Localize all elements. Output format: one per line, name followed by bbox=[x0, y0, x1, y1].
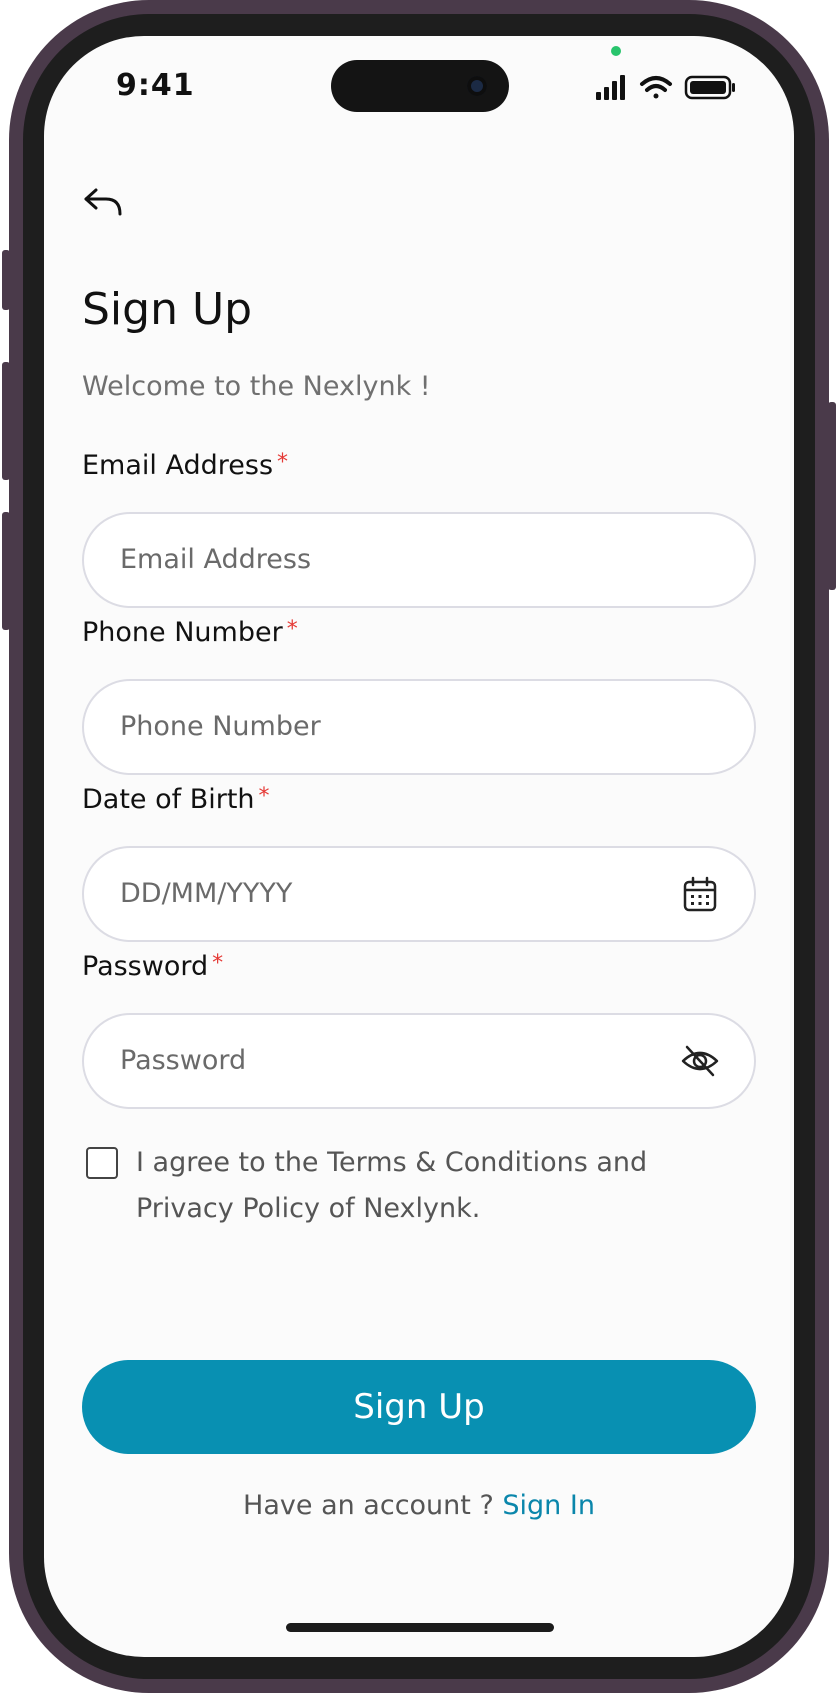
volume-up-button bbox=[2, 362, 10, 480]
volume-down-button bbox=[2, 512, 10, 630]
email-label: Email Address * bbox=[82, 450, 288, 481]
phone-label: Phone Number * bbox=[82, 617, 298, 648]
calendar-icon[interactable] bbox=[680, 874, 720, 914]
password-field[interactable]: Password bbox=[82, 1013, 756, 1109]
password-label-text: Password bbox=[82, 951, 209, 982]
email-placeholder: Email Address bbox=[120, 544, 312, 575]
dob-label-text: Date of Birth bbox=[82, 784, 255, 815]
home-indicator[interactable] bbox=[286, 1623, 554, 1632]
privacy-indicator bbox=[611, 46, 621, 56]
back-button[interactable] bbox=[82, 184, 126, 220]
dob-label: Date of Birth * bbox=[82, 784, 270, 815]
sign-in-prompt: Have an account ? bbox=[243, 1490, 494, 1521]
status-icons bbox=[596, 75, 735, 100]
phone-label-text: Phone Number bbox=[82, 617, 283, 648]
terms-checkbox[interactable] bbox=[86, 1147, 118, 1179]
dynamic-island bbox=[331, 60, 509, 112]
terms-text: I agree to the Terms & Conditions and Pr… bbox=[136, 1147, 648, 1224]
dob-placeholder: DD/MM/YYYY bbox=[120, 878, 293, 909]
battery-icon bbox=[684, 75, 735, 100]
app-screen: 9:41 Sign Up Welcome to the Nexlynk ! Em… bbox=[44, 36, 794, 1657]
page-subtitle: Welcome to the Nexlynk ! bbox=[82, 371, 431, 402]
dob-field[interactable]: DD/MM/YYYY bbox=[82, 846, 756, 942]
power-button bbox=[828, 402, 836, 590]
sign-in-link[interactable]: Sign In bbox=[502, 1490, 595, 1521]
email-label-text: Email Address bbox=[82, 450, 274, 481]
page-title: Sign Up bbox=[82, 284, 253, 335]
wifi-icon bbox=[640, 76, 672, 99]
required-marker: * bbox=[286, 617, 298, 642]
required-marker: * bbox=[277, 450, 289, 475]
password-placeholder: Password bbox=[120, 1045, 247, 1076]
eye-off-icon[interactable] bbox=[680, 1041, 720, 1081]
required-marker: * bbox=[212, 951, 224, 976]
sign-up-button[interactable]: Sign Up bbox=[82, 1360, 756, 1454]
password-label: Password * bbox=[82, 951, 223, 982]
status-time: 9:41 bbox=[116, 68, 195, 103]
sign-in-row: Have an account ? Sign In bbox=[44, 1490, 794, 1521]
phone-field[interactable]: Phone Number bbox=[82, 679, 756, 775]
back-arrow-icon bbox=[84, 188, 122, 216]
phone-placeholder: Phone Number bbox=[120, 711, 321, 742]
camera-icon bbox=[467, 76, 487, 96]
action-button bbox=[2, 250, 10, 310]
cellular-signal-icon bbox=[596, 75, 625, 100]
email-field[interactable]: Email Address bbox=[82, 512, 756, 608]
required-marker: * bbox=[258, 784, 270, 809]
